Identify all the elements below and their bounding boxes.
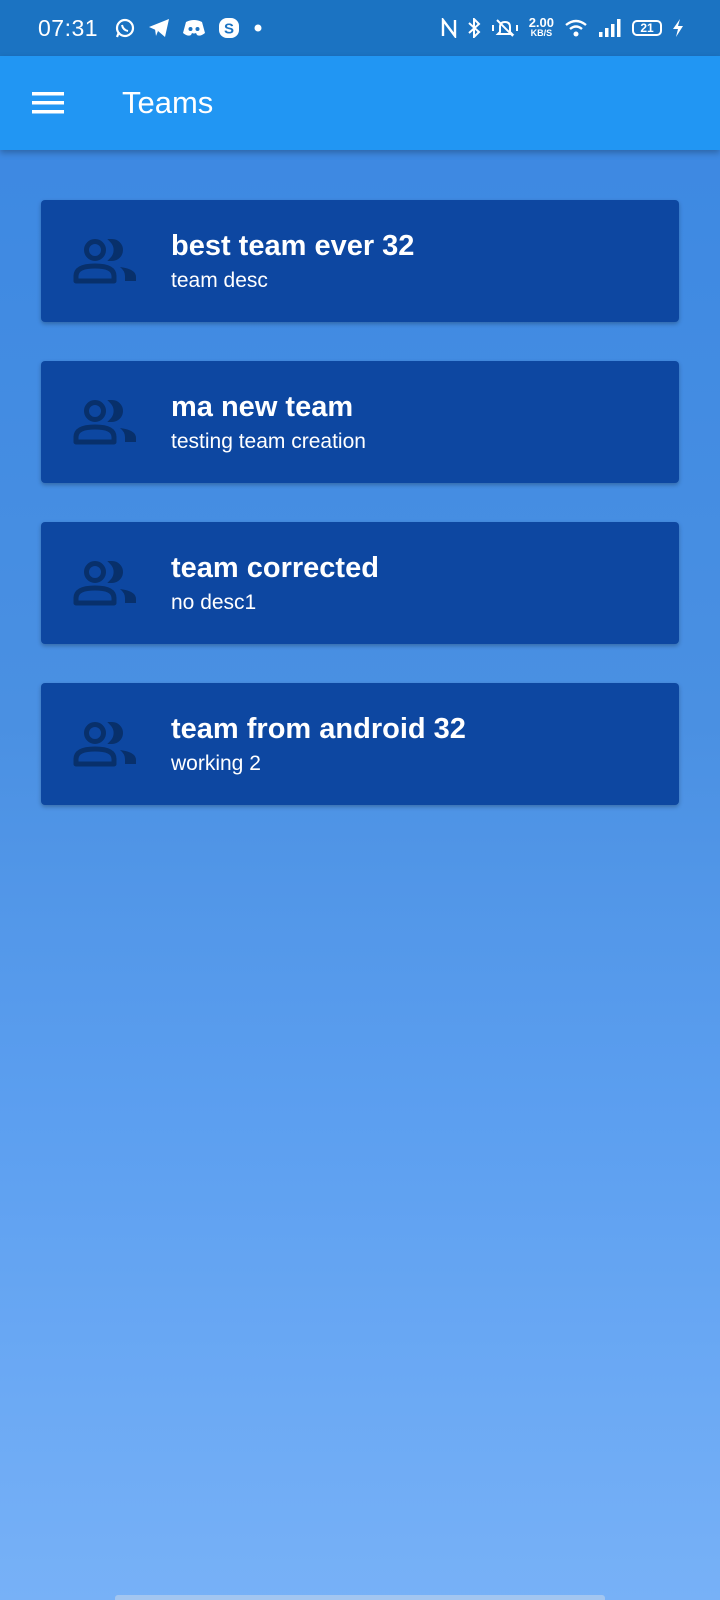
skype-icon: S — [218, 17, 240, 39]
team-card[interactable]: team from android 32 working 2 — [41, 683, 679, 805]
team-text: team from android 32 working 2 — [171, 713, 466, 776]
telegram-icon — [148, 18, 170, 38]
charging-icon — [672, 18, 684, 38]
team-name: team corrected — [171, 551, 379, 584]
status-time: 07:31 — [38, 14, 99, 41]
team-text: ma new team testing team creation — [171, 391, 366, 454]
battery-indicator: 21 — [632, 20, 662, 36]
team-text: team corrected no desc1 — [171, 552, 379, 615]
team-description: working 2 — [171, 751, 261, 775]
team-name: team from android 32 — [171, 712, 466, 745]
status-right: 2.00 KB/S 21 — [441, 15, 684, 38]
team-list: best team ever 32 team desc ma new team … — [41, 200, 679, 844]
discord-icon — [182, 19, 206, 37]
page-title: Teams — [122, 85, 214, 120]
wifi-icon — [564, 18, 588, 38]
signal-icon — [598, 18, 622, 38]
team-card[interactable]: best team ever 32 team desc — [41, 200, 679, 322]
status-left: 07:31 S — [38, 15, 264, 42]
team-description: testing team creation — [171, 429, 366, 453]
team-card[interactable]: ma new team testing team creation — [41, 361, 679, 483]
network-speed-value: 2.00 — [528, 15, 554, 30]
team-description: no desc1 — [171, 590, 257, 614]
team-name: ma new team — [171, 390, 354, 423]
team-description: team desc — [171, 268, 268, 292]
team-card[interactable]: team corrected no desc1 — [41, 522, 679, 644]
group-icon — [41, 237, 171, 285]
home-indicator[interactable] — [115, 1595, 605, 1600]
status-bar: 07:31 S 2.00 KB/S 21 — [0, 0, 720, 56]
whatsapp-icon — [114, 17, 136, 39]
group-icon — [41, 720, 171, 768]
menu-icon — [32, 91, 64, 115]
bluetooth-icon — [467, 18, 481, 38]
app-bar: Teams — [0, 56, 720, 150]
team-text: best team ever 32 team desc — [171, 230, 414, 293]
network-speed-unit: KB/S — [530, 28, 553, 38]
svg-text:S: S — [224, 21, 234, 38]
menu-button[interactable] — [0, 56, 96, 150]
dot-icon — [252, 22, 264, 34]
group-icon — [41, 559, 171, 607]
network-speed: 2.00 KB/S — [528, 15, 554, 38]
vibrate-icon — [491, 18, 519, 38]
team-name: best team ever 32 — [171, 229, 415, 262]
group-icon — [41, 398, 171, 446]
nfc-icon — [441, 18, 457, 38]
